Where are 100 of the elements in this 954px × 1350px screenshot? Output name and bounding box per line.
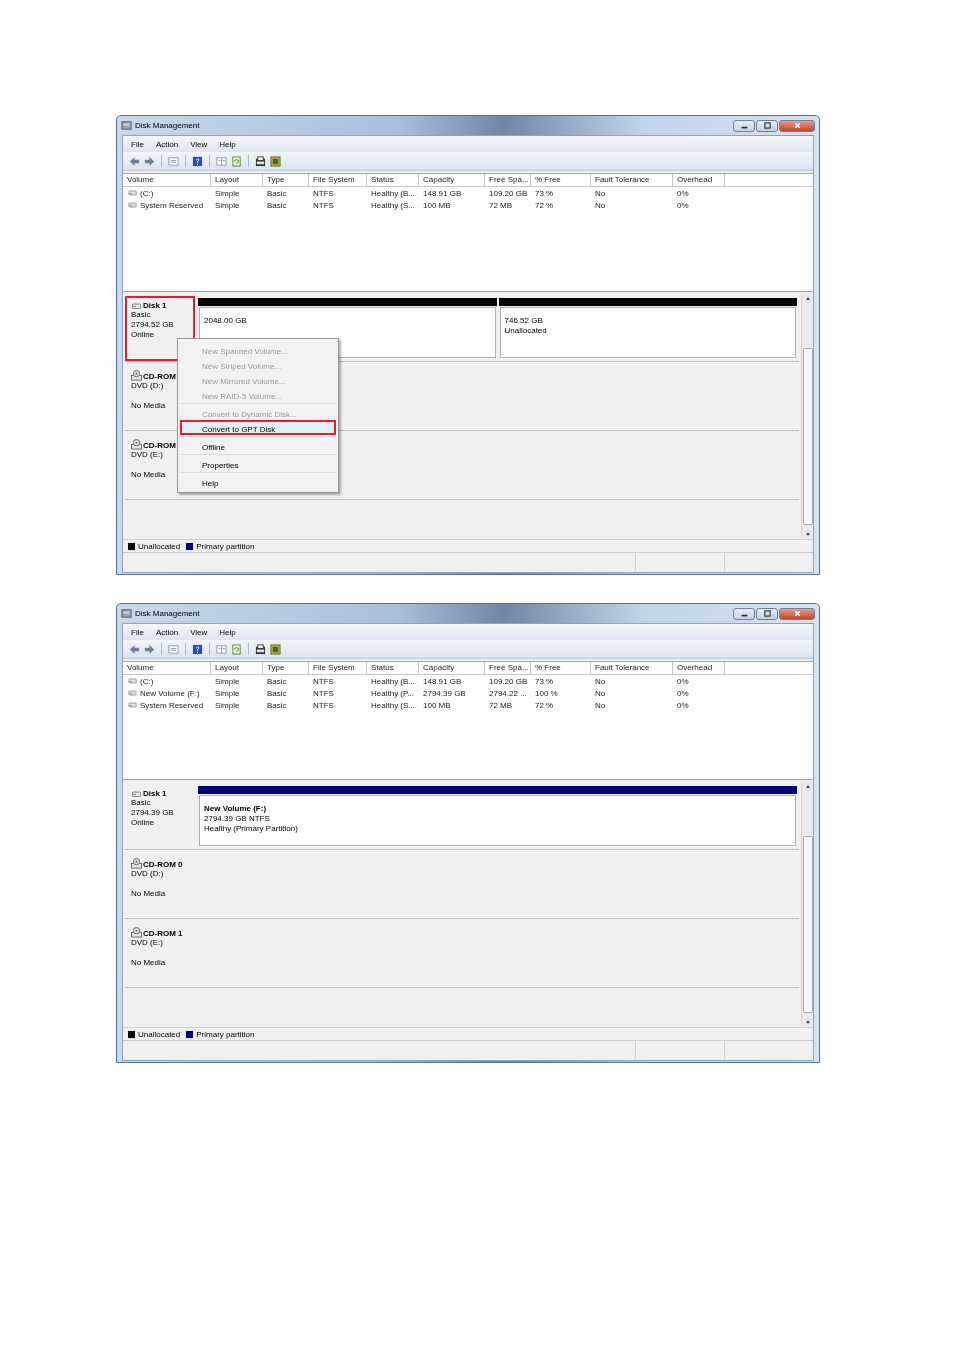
table-cell: 148.91 GB <box>423 676 462 686</box>
column-header[interactable]: Overhead <box>673 174 725 186</box>
disk-name: Disk 1 <box>143 301 167 310</box>
column-header[interactable]: Type <box>263 174 309 186</box>
column-header[interactable]: Status <box>367 662 419 674</box>
column-header[interactable]: Status <box>367 174 419 186</box>
drive-icon <box>127 677 138 685</box>
disk-settings-icon[interactable] <box>270 643 281 655</box>
partition-box[interactable]: New Volume (F:) 2794.39 GB NTFS Healthy (Primary Partition) <box>199 795 796 846</box>
column-header[interactable]: Free Spa... <box>485 662 531 674</box>
column-header[interactable]: File System <box>309 662 367 674</box>
disk-settings-icon[interactable] <box>270 155 281 167</box>
list-view-icon[interactable] <box>168 643 179 655</box>
table-cell: Basic <box>267 188 287 198</box>
table-cell: No <box>595 200 606 210</box>
list-view-icon[interactable] <box>168 155 179 167</box>
close-icon <box>793 610 801 617</box>
panel-icon[interactable] <box>216 643 227 655</box>
disk-info: No Media <box>131 958 167 968</box>
minimize-button[interactable] <box>733 119 755 132</box>
table-cell: Healthy (S... <box>371 200 415 210</box>
help-icon[interactable] <box>192 643 203 655</box>
column-header[interactable]: Overhead <box>673 662 725 674</box>
disk-info: Basic <box>131 798 152 808</box>
forward-arrow-icon[interactable] <box>144 643 155 655</box>
menu-bar-item[interactable]: Action <box>155 139 179 149</box>
minimize-button[interactable] <box>733 607 755 620</box>
close-button[interactable] <box>779 119 815 132</box>
table-cell: NTFS <box>313 688 334 698</box>
cd-drive-icon <box>131 858 142 869</box>
back-arrow-icon[interactable] <box>129 155 140 167</box>
properties-icon[interactable] <box>255 643 266 655</box>
column-header[interactable]: Type <box>263 662 309 674</box>
table-cell: 72 % <box>535 200 554 210</box>
disk-drive-icon <box>131 789 142 798</box>
column-header[interactable]: Volume <box>123 174 211 186</box>
disk-info: 2794.52 GB <box>131 320 175 330</box>
column-header[interactable]: Free Spa... <box>485 174 531 186</box>
column-header[interactable]: % Free <box>531 174 591 186</box>
legend-label: Primary partition <box>196 541 255 551</box>
help-icon[interactable] <box>192 155 203 167</box>
column-header[interactable]: % Free <box>531 662 591 674</box>
column-header[interactable]: Fault Tolerance <box>591 662 673 674</box>
menu-bar-item[interactable]: Action <box>155 627 179 637</box>
disk-name: CD-ROM 0 <box>143 860 183 869</box>
menu-item[interactable]: Properties <box>180 456 336 471</box>
disk-info: DVD (E:) <box>131 938 164 948</box>
disk-label[interactable]: Disk 1 Basic 2794.39 GB Online <box>125 784 195 849</box>
table-cell: 0% <box>677 676 689 686</box>
table-cell: NTFS <box>313 700 334 710</box>
menu-item[interactable]: Convert to GPT Disk <box>180 420 336 435</box>
table-cell: Basic <box>267 700 287 710</box>
menu-bar-item[interactable]: View <box>190 627 208 637</box>
disk-label[interactable]: CD-ROM 1 DVD (E:) No Media <box>125 922 195 987</box>
table-cell: (C:) <box>140 676 154 686</box>
menu-bar-item[interactable]: File <box>131 139 144 149</box>
column-header[interactable]: Layout <box>211 662 263 674</box>
forward-arrow-icon[interactable] <box>144 155 155 167</box>
panel-icon[interactable] <box>216 155 227 167</box>
table-cell: NTFS <box>313 188 334 198</box>
menu-bar-item[interactable]: Help <box>219 139 236 149</box>
refresh-icon[interactable] <box>231 643 242 655</box>
table-cell: 100 % <box>535 688 558 698</box>
table-cell: 72 % <box>535 700 554 710</box>
close-button[interactable] <box>779 607 815 620</box>
menu-bar-item[interactable]: Help <box>219 627 236 637</box>
disk-label[interactable]: CD-ROM 0 DVD (D:) No Media <box>125 853 195 918</box>
table-cell: NTFS <box>313 676 334 686</box>
column-header[interactable]: Volume <box>123 662 211 674</box>
scrollbar[interactable] <box>801 294 813 539</box>
column-header[interactable]: Layout <box>211 174 263 186</box>
maximize-button[interactable] <box>756 607 778 620</box>
partition-box[interactable]: 746.52 GB Unallocated <box>499 307 796 358</box>
partition-info: 746.52 GB <box>504 316 544 326</box>
column-header[interactable]: Capacity <box>419 662 485 674</box>
table-cell: No <box>595 700 606 710</box>
disk-info: Online <box>131 818 156 828</box>
cd-drive-icon <box>131 439 142 450</box>
scrollbar[interactable] <box>801 782 813 1027</box>
refresh-icon[interactable] <box>231 155 242 167</box>
window-title: Disk Management <box>135 121 200 130</box>
table-cell: 73 % <box>535 676 554 686</box>
column-header[interactable]: Capacity <box>419 174 485 186</box>
menu-bar-item[interactable]: View <box>190 139 208 149</box>
partition-info: Unallocated <box>504 326 548 336</box>
table-cell: NTFS <box>313 200 334 210</box>
legend-label: Unallocated <box>138 541 181 551</box>
menu-bar-item[interactable]: File <box>131 627 144 637</box>
table-cell: Simple <box>215 676 240 686</box>
back-arrow-icon[interactable] <box>129 643 140 655</box>
properties-icon[interactable] <box>255 155 266 167</box>
column-header[interactable]: Fault Tolerance <box>591 174 673 186</box>
disk-info: DVD (D:) <box>131 381 165 391</box>
menu-item[interactable]: Offline <box>180 438 336 453</box>
table-cell: Simple <box>215 700 240 710</box>
maximize-button[interactable] <box>756 119 778 132</box>
partition-info: Healthy (Primary Partition) <box>204 824 299 834</box>
table-cell: Basic <box>267 200 287 210</box>
column-header[interactable]: File System <box>309 174 367 186</box>
disk-name: CD-ROM <box>143 441 176 450</box>
